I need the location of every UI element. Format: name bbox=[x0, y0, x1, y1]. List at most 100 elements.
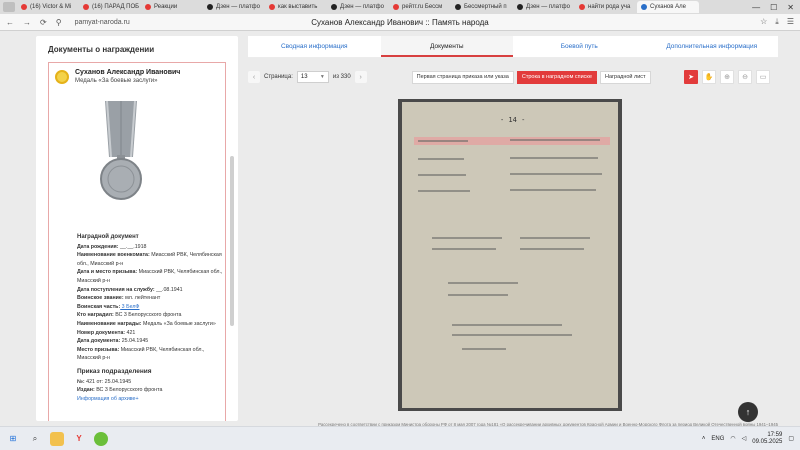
language-indicator[interactable]: ENG bbox=[711, 436, 724, 442]
tab-favicon-icon bbox=[207, 4, 213, 10]
yandex-browser-icon[interactable]: Y bbox=[72, 432, 86, 446]
browser-tab[interactable]: Бессмертный п bbox=[451, 1, 511, 13]
tab-favicon-icon bbox=[331, 4, 337, 10]
file-explorer-icon[interactable] bbox=[50, 431, 64, 446]
detail-row: Наименование военкомата: Миасский РВК, Ч… bbox=[77, 251, 223, 268]
detail-key: Издан: bbox=[77, 387, 95, 394]
detail-value: 421 от: 25.04.1945 bbox=[84, 378, 132, 385]
tab-3[interactable]: Дополнительная информация bbox=[646, 36, 779, 57]
tab-favicon-icon bbox=[269, 4, 275, 10]
back-icon[interactable]: ← bbox=[6, 18, 14, 27]
award-doc-header: Наградной документ bbox=[77, 234, 139, 240]
page-label: Страница: bbox=[264, 74, 293, 80]
detail-key: Место призыва: bbox=[77, 346, 120, 353]
detail-row: Дата документа: 25.04.1945 bbox=[77, 337, 223, 346]
detail-key: Дата рождения: bbox=[77, 243, 119, 250]
prev-page-button[interactable]: ‹ bbox=[248, 71, 260, 83]
menu-icon[interactable]: ☰ bbox=[787, 17, 794, 27]
doc-type-button[interactable]: Первая страница приказа или указа bbox=[411, 70, 514, 84]
detail-row: №: 421 от: 25.04.1945 bbox=[77, 378, 223, 387]
notifications-icon[interactable]: ▢ bbox=[788, 435, 794, 442]
browser-tab[interactable]: Дзен — платфо bbox=[513, 1, 573, 13]
detail-key: Кто наградил: bbox=[77, 312, 114, 319]
tab-label: Дзен — платфо bbox=[526, 4, 570, 10]
browser-tab[interactable]: (16) ПАРАД ПОБ bbox=[79, 1, 139, 13]
tab-0[interactable]: Сводная информация bbox=[248, 36, 381, 57]
browser-tab[interactable]: найти рода уча bbox=[575, 1, 635, 13]
tray-chevron-icon[interactable]: ˄ bbox=[702, 436, 706, 442]
tab-favicon-icon bbox=[145, 4, 151, 10]
detail-row: Кто наградил: ВС 3 Белорусского фронта bbox=[77, 311, 223, 320]
site-info-icon[interactable]: ⚲ bbox=[56, 18, 62, 27]
person-name: Суханов Александр Иванович bbox=[75, 69, 181, 76]
search-icon[interactable]: ⌕ bbox=[28, 432, 42, 446]
order-header: Приказ подразделения bbox=[77, 367, 152, 375]
next-page-button[interactable]: › bbox=[354, 71, 367, 83]
forward-icon[interactable]: → bbox=[23, 18, 31, 27]
minimize-icon[interactable]: — bbox=[752, 3, 760, 12]
address-bar: ← → ⟳ ⚲ pamyat-naroda.ru Суханов Алексан… bbox=[0, 14, 800, 31]
clock[interactable]: 17:59 09.05.2025 bbox=[752, 432, 782, 446]
browser-tab[interactable]: Суханов Але bbox=[637, 1, 699, 13]
tab-label: Реакции bbox=[154, 4, 178, 10]
cursor-icon[interactable]: ➤ bbox=[684, 70, 698, 84]
award-documents-panel: Документы о награждении Суханов Александ… bbox=[36, 36, 238, 421]
browser-tab[interactable]: (16) Victor & Mi bbox=[17, 1, 77, 13]
wifi-icon[interactable]: ◠ bbox=[730, 435, 735, 442]
tab-label: рейтг.ru Бессм bbox=[402, 4, 443, 10]
tabs-container: (16) Victor & Mi (16) ПАРАД ПОБ Реакции Дзе… bbox=[15, 1, 699, 13]
browser-tab[interactable]: рейтг.ru Бессм bbox=[389, 1, 449, 13]
torrent-app-icon[interactable] bbox=[94, 431, 108, 446]
downloads-icon[interactable]: ⤓ bbox=[775, 17, 779, 27]
chevron-down-icon: ▼ bbox=[319, 74, 325, 80]
browser-actions: ☆ ⤓ ☰ bbox=[760, 17, 794, 27]
archive-info-link[interactable]: Информация об архиве+ bbox=[77, 395, 223, 404]
detail-key: Воинская часть: bbox=[77, 303, 121, 310]
browser-tab[interactable]: как выставить bbox=[265, 1, 325, 13]
panel-scrollbar[interactable] bbox=[230, 156, 234, 326]
hand-icon[interactable]: ✋ bbox=[702, 70, 716, 84]
detail-link[interactable]: 3 БелФ bbox=[120, 304, 140, 310]
close-icon[interactable]: ✕ bbox=[787, 3, 794, 12]
page-select[interactable]: 13 ▼ bbox=[296, 71, 329, 83]
browser-tab-strip: (16) Victor & Mi (16) ПАРАД ПОБ Реакции Дзе… bbox=[0, 0, 800, 14]
document-scan-frame[interactable]: - 14 - bbox=[398, 99, 622, 411]
tab-1[interactable]: Документы bbox=[380, 36, 513, 57]
clock-time: 17:59 bbox=[767, 431, 783, 438]
detail-key: Номер документа: bbox=[77, 329, 126, 336]
tab-label: (16) Victor & Mi bbox=[30, 4, 72, 10]
detail-value: 25.04.1945 bbox=[120, 338, 149, 345]
comment-icon[interactable]: ▭ bbox=[756, 70, 770, 84]
medal-image bbox=[100, 101, 142, 200]
maximize-icon[interactable]: ☐ bbox=[770, 3, 777, 12]
award-card: Суханов Александр Иванович Медаль «За бо… bbox=[48, 62, 226, 421]
detail-value: мл. лейтенант bbox=[123, 295, 161, 302]
scroll-to-top-button[interactable]: ↑ bbox=[738, 402, 758, 422]
detail-key: Воинское звание: bbox=[77, 295, 124, 302]
zoom-out-icon[interactable]: ⊖ bbox=[738, 70, 752, 84]
tab-label: Бессмертный п bbox=[464, 4, 507, 10]
tab-actions-button[interactable] bbox=[3, 2, 15, 12]
bookmark-icon[interactable]: ☆ bbox=[760, 17, 767, 27]
reload-icon[interactable]: ⟳ bbox=[40, 18, 47, 27]
browser-tab[interactable]: Реакции bbox=[141, 1, 201, 13]
browser-tab[interactable]: Дзен — платфо bbox=[327, 1, 387, 13]
tab-favicon-icon bbox=[455, 4, 461, 10]
volume-icon[interactable]: ◁ bbox=[742, 435, 747, 442]
award-header: Суханов Александр Иванович Медаль «За бо… bbox=[49, 63, 225, 84]
zoom-in-icon[interactable]: ⊕ bbox=[720, 70, 734, 84]
doc-type-button[interactable]: Строка в наградном списке bbox=[516, 70, 597, 84]
clock-date: 09.05.2025 bbox=[752, 438, 783, 445]
scan-page-number: - 14 - bbox=[500, 116, 526, 124]
documents-area: Сводная информация Документы Боевой путь До… bbox=[248, 36, 779, 427]
detail-value: __.__.1918 bbox=[118, 243, 147, 250]
browser-tab[interactable]: Дзен — платфо bbox=[203, 1, 263, 13]
doc-type-button[interactable]: Наградной лист bbox=[599, 70, 651, 84]
system-tray: ˄ ENG ◠ ◁ 17:59 09.05.2025 ▢ bbox=[702, 432, 794, 446]
windows-start-icon[interactable]: ⊞ bbox=[6, 432, 20, 446]
tab-2[interactable]: Боевой путь bbox=[513, 36, 646, 57]
url-field[interactable]: pamyat-naroda.ru bbox=[75, 19, 130, 26]
tab-favicon-icon bbox=[579, 4, 585, 10]
order-detail-rows: №: 421 от: 25.04.1945 Издан: ВС 3 Белорус… bbox=[77, 378, 223, 395]
detail-value: Медаль «За боевые заслуги» bbox=[141, 320, 216, 327]
